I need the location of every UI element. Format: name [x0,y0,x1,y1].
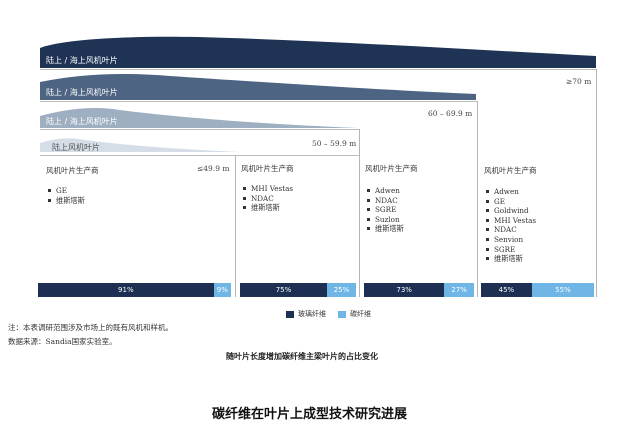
manufacturer: MHI Vestas [486,216,536,226]
footnote: 注：本表调研范围涉及市场上的既有风机和样机。 [8,323,173,332]
manufacturer: 维斯塔斯 [367,224,404,234]
figure-caption: 随叶片长度增加碳纤维主梁叶片的占比变化 [226,352,378,361]
carbon-fiber-segment: 25% [327,283,356,297]
manufacturer: 维斯塔斯 [243,203,293,213]
bracket-line-2 [40,129,359,130]
glass-fiber-segment: 75% [240,283,327,297]
manufacturer: 维斯塔斯 [48,196,85,206]
manufacturer: Senvion [486,235,536,245]
page-title: 碳纤维在叶片上成型技术研究进展 [212,407,408,422]
group-1-manufacturers: GE 维斯塔斯 [48,186,85,205]
glass-fiber-segment: 73% [364,283,445,297]
legend-swatch-glass [286,310,294,318]
manufacturer: SGRE [486,245,536,255]
group-2-manufacturers: MHI Vestas NDAC 维斯塔斯 [243,184,293,213]
blade-1 [40,36,596,68]
group-3-bar: 73% 27% [364,283,474,297]
blade-silhouettes [40,36,596,152]
group-4-manufacturers: Adwen GE Goldwind MHI Vestas NDAC Senvio… [486,187,536,264]
manufacturer: Goldwind [486,206,536,216]
range-label-2: 50 – 59.9 m [312,139,357,148]
manufacturer: Suzlon [367,215,404,225]
bracket-line-3 [40,101,477,102]
group-3-title: 风机叶片生产商 [365,164,418,173]
glass-fiber-segment: 45% [481,283,532,297]
divider-4 [596,69,597,297]
manufacturer: GE [48,186,85,196]
manufacturer: Adwen [367,186,404,196]
range-label-1: ≤49.9 m [197,164,230,173]
bracket-line-1b [235,155,359,156]
manufacturer: 维斯塔斯 [486,254,536,264]
manufacturer: MHI Vestas [243,184,293,194]
legend-carbon: 碳纤维 [338,309,371,319]
glass-fiber-segment: 91% [38,283,214,297]
legend-label-glass: 玻璃纤维 [298,310,326,318]
group-1-bar: 91% 9% [38,283,231,297]
legend-label-carbon: 碳纤维 [350,310,371,318]
group-2-bar: 75% 25% [240,283,356,297]
group-2-title: 风机叶片生产商 [241,164,294,173]
blade-label-4: 陆上风机叶片 [52,143,100,152]
divider-3 [477,101,478,297]
manufacturer: GE [486,197,536,207]
carbon-fiber-segment: 9% [213,283,231,297]
manufacturer: NDAC [486,225,536,235]
legend-glass: 玻璃纤维 [286,309,326,319]
legend-swatch-carbon [338,310,346,318]
bracket-line-4 [40,69,596,70]
range-label-3: 60 – 69.9 m [428,109,473,118]
group-4-title: 风机叶片生产商 [484,166,537,175]
carbon-fiber-segment: 55% [531,283,594,297]
group-1-title: 风机叶片生产商 [46,166,99,175]
manufacturer: NDAC [243,194,293,204]
group-3-manufacturers: Adwen NDAC SGRE Suzlon 维斯塔斯 [367,186,404,234]
range-label-4: ≥70 m [566,77,592,86]
manufacturer: SGRE [367,205,404,215]
group-4-bar: 45% 55% [481,283,594,297]
divider-1 [235,155,236,297]
blade-label-2: 陆上 / 海上风机叶片 [46,88,118,97]
manufacturer: Adwen [486,187,536,197]
bracket-line-1 [40,155,235,156]
blade-label-1: 陆上 / 海上风机叶片 [46,56,118,65]
blade-label-3: 陆上 / 海上风机叶片 [46,117,118,126]
carbon-fiber-segment: 27% [444,283,474,297]
manufacturer: NDAC [367,196,404,206]
divider-2 [359,129,360,297]
source-note: 数据来源：Sandia国家实验室。 [8,337,117,346]
